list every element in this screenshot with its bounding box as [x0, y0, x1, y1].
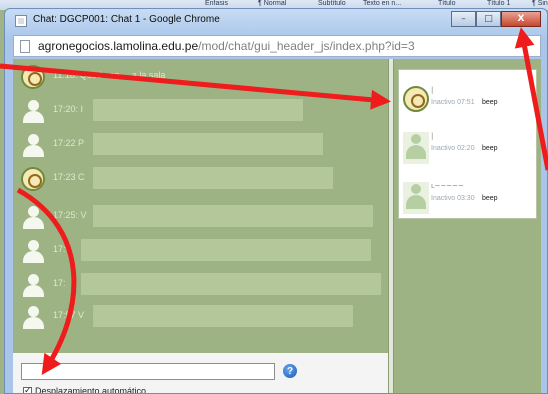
- url-host: agronegocios.lamolina.edu.pe: [38, 39, 199, 53]
- user-name: |: [431, 86, 434, 94]
- page-favicon-icon: [15, 15, 27, 27]
- chat-message: 17:: [21, 273, 381, 299]
- autoscroll-checkbox[interactable]: Desplazamiento automático: [23, 385, 147, 394]
- beep-link[interactable]: beep: [482, 99, 498, 106]
- chat-message: 17:22 P: [21, 133, 381, 159]
- seal-avatar-icon: [403, 86, 429, 112]
- user-avatar-icon: [21, 99, 45, 123]
- message-bubble: [93, 133, 323, 155]
- user-status: Inactivo 07:51: [431, 99, 475, 106]
- user-name: |: [431, 132, 434, 140]
- seal-avatar-icon: [21, 65, 45, 89]
- user-avatar-icon: [403, 132, 429, 164]
- minimize-button[interactable]: –: [451, 11, 476, 27]
- ribbon-style[interactable]: Subtítulo: [318, 0, 346, 7]
- chrome-popup-window: Chat: DGCP001: Chat 1 - Google Chrome – …: [4, 8, 548, 394]
- message-bubble: [93, 305, 353, 327]
- message-bubble: [93, 167, 333, 189]
- message-text: 17:25: V: [53, 210, 87, 220]
- user-avatar-icon: [21, 273, 45, 297]
- ribbon-style[interactable]: ¶ Normal: [258, 0, 286, 7]
- chat-message: 17:20: I: [21, 99, 381, 125]
- page-icon: [20, 40, 30, 53]
- help-icon[interactable]: ?: [283, 364, 297, 378]
- user-status: Inactivo 03:30: [431, 195, 475, 202]
- user-avatar-icon: [21, 133, 45, 157]
- checkbox-checked-icon[interactable]: [23, 385, 32, 393]
- message-bubble: [93, 99, 303, 121]
- title-bar[interactable]: Chat: DGCP001: Chat 1 - Google Chrome – …: [5, 9, 547, 31]
- message-input-area: ? Desplazamiento automático: [13, 353, 388, 394]
- message-bubble: [93, 205, 373, 227]
- message-text: 17:57 V: [53, 310, 85, 320]
- chat-message: 17:23 C: [21, 167, 381, 193]
- window-title: Chat: DGCP001: Chat 1 - Google Chrome: [33, 14, 220, 25]
- beep-link[interactable]: beep: [482, 145, 498, 152]
- url-text[interactable]: agronegocios.lamolina.edu.pe/mod/chat/gu…: [38, 39, 415, 53]
- message-text: 11:18: Quedo en ... a la sala: [53, 70, 166, 80]
- chat-message: 17:: [21, 239, 381, 265]
- user-avatar-icon: [403, 182, 429, 214]
- ribbon-style[interactable]: ¶ Sin: [532, 0, 548, 7]
- user-entry: | Inactivo 02:20 beep: [403, 132, 533, 168]
- maximize-button[interactable]: □: [476, 11, 501, 27]
- user-entry: | Inactivo 07:51 beep: [403, 86, 533, 122]
- beep-link[interactable]: beep: [482, 195, 498, 202]
- user-avatar-icon: [21, 239, 45, 263]
- url-path: /mod/chat/gui_header_js/index.php?id=3: [198, 39, 415, 53]
- message-text: 17:: [53, 278, 66, 288]
- ribbon-style[interactable]: Énfasis: [205, 0, 228, 7]
- close-button[interactable]: X: [501, 11, 541, 27]
- user-name: ʟ~~~~~: [431, 182, 464, 190]
- screenshot-stage: Énfasis ¶ Normal Subtítulo Texto en n...…: [0, 0, 548, 394]
- ribbon-style[interactable]: Título: [438, 0, 456, 7]
- user-avatar-icon: [21, 305, 45, 329]
- user-entry: ʟ~~~~~ Inactivo 03:30 beep: [403, 182, 533, 218]
- message-text: 17:22 P: [53, 138, 85, 148]
- users-list: | Inactivo 07:51 beep | Inactivo 02:20 b…: [398, 69, 537, 219]
- chat-content: 11:18: Quedo en ... a la sala 17:20: I 1…: [13, 59, 541, 394]
- message-bubble: [81, 273, 381, 295]
- chat-message: 17:57 V: [21, 305, 381, 331]
- chat-message: 11:18: Quedo en ... a la sala: [21, 65, 381, 91]
- users-panel: | Inactivo 07:51 beep | Inactivo 02:20 b…: [394, 59, 541, 393]
- message-text: 17:20: I: [53, 104, 84, 114]
- ribbon-style[interactable]: Texto en n...: [363, 0, 401, 7]
- chat-message: 17:25: V: [21, 205, 381, 231]
- message-text: 17:23 C: [53, 172, 85, 182]
- chat-message-input[interactable]: [21, 363, 275, 380]
- message-text: 17:: [53, 244, 66, 254]
- seal-avatar-icon: [21, 167, 45, 191]
- autoscroll-label: Desplazamiento automático: [35, 386, 147, 394]
- address-bar[interactable]: agronegocios.lamolina.edu.pe/mod/chat/gu…: [13, 35, 541, 57]
- user-avatar-icon: [21, 205, 45, 229]
- ribbon-style[interactable]: Título 1: [487, 0, 510, 7]
- user-status: Inactivo 02:20: [431, 145, 475, 152]
- messages-panel[interactable]: 11:18: Quedo en ... a la sala 17:20: I 1…: [13, 59, 388, 353]
- window-controls: – □ X: [451, 11, 541, 27]
- message-bubble: [81, 239, 371, 261]
